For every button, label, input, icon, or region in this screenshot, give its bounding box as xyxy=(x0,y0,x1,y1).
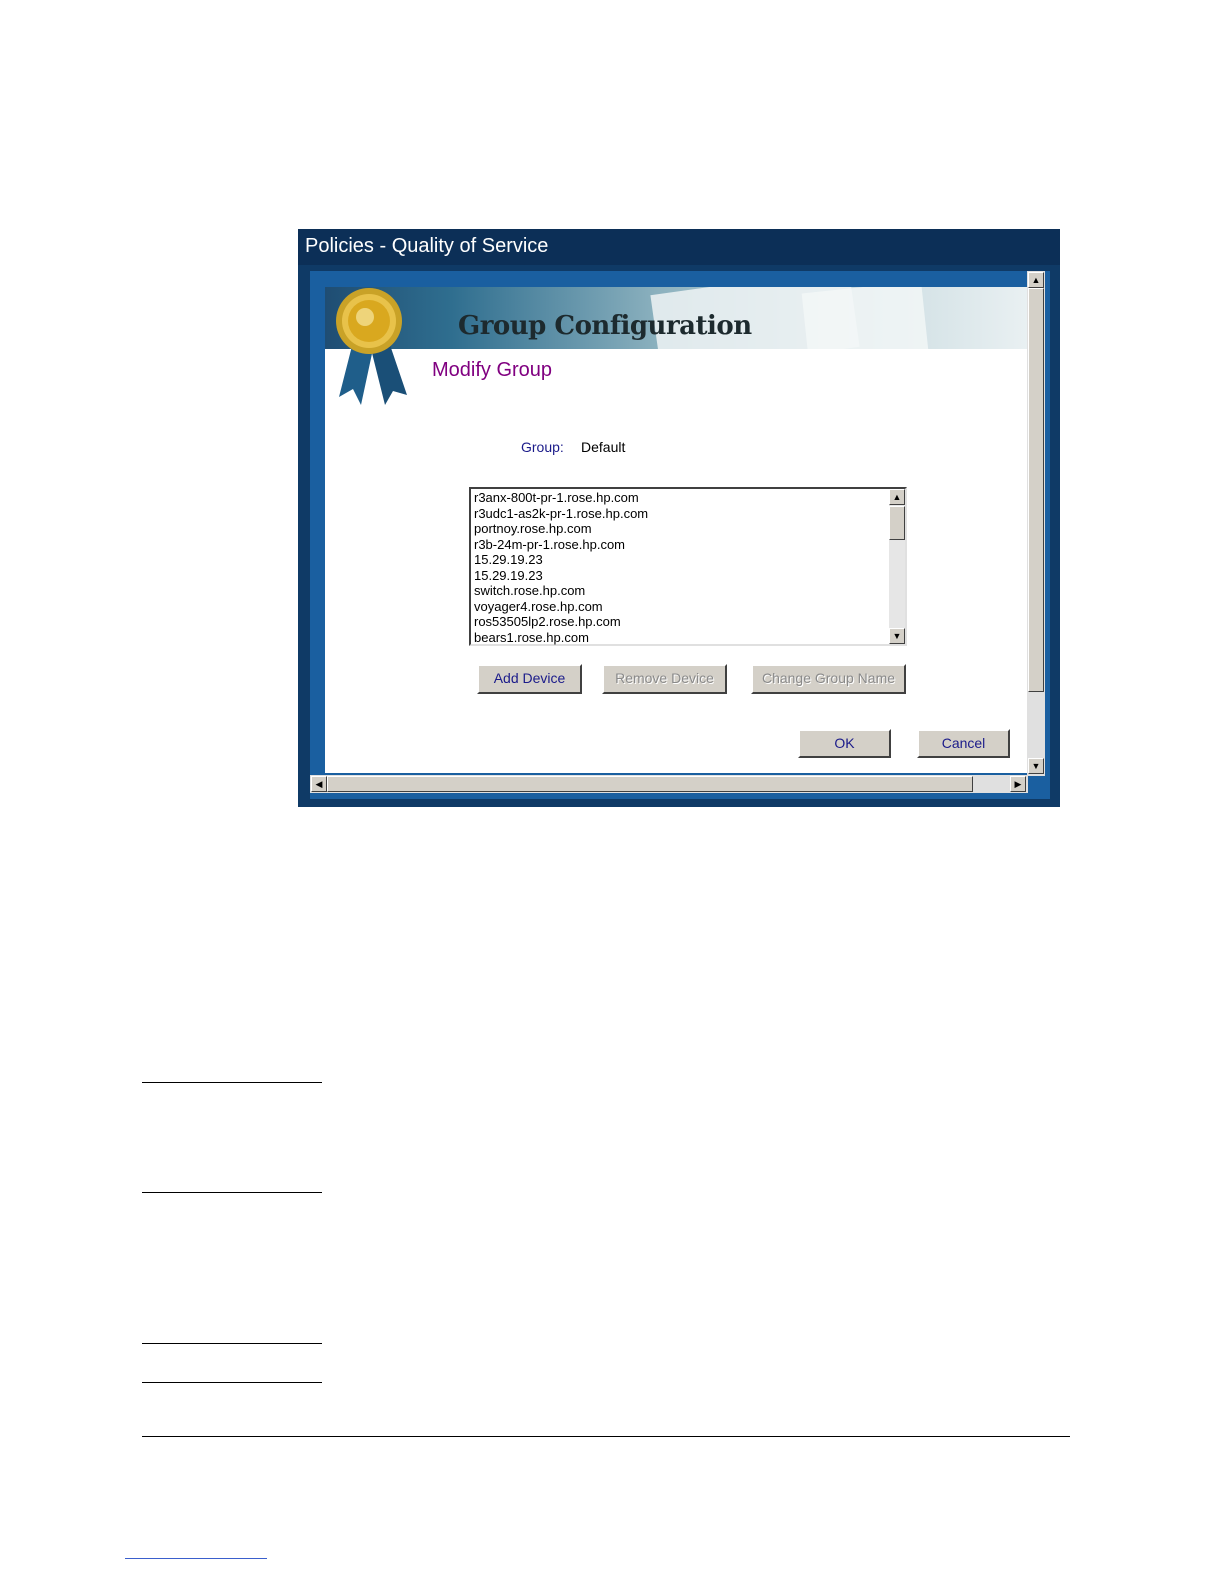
list-item[interactable]: ros53505lp2.rose.hp.com xyxy=(474,614,884,630)
window-frame: Group Configuration Modify Group Group: … xyxy=(310,271,1050,799)
cancel-button[interactable]: Cancel xyxy=(917,729,1010,758)
dialog-content: Group Configuration Modify Group Group: … xyxy=(325,287,1027,773)
scroll-thumb[interactable] xyxy=(327,776,973,792)
margin-rule xyxy=(142,1382,322,1383)
scroll-down-icon[interactable]: ▼ xyxy=(889,628,905,644)
device-list[interactable]: r3anx-800t-pr-1.rose.hp.com r3udc1-as2k-… xyxy=(469,487,907,646)
margin-rule xyxy=(142,1192,322,1193)
window-vertical-scrollbar[interactable]: ▲ ▼ xyxy=(1027,271,1045,776)
scroll-thumb[interactable] xyxy=(889,506,905,540)
scroll-thumb[interactable] xyxy=(1028,288,1044,692)
add-device-button[interactable]: Add Device xyxy=(477,664,582,694)
list-item[interactable]: r3anx-800t-pr-1.rose.hp.com xyxy=(474,490,884,506)
award-ribbon-icon xyxy=(336,288,407,405)
header-banner: Group Configuration xyxy=(325,287,1027,349)
group-value: Default xyxy=(581,439,626,455)
group-label: Group: xyxy=(521,439,564,455)
list-item[interactable]: r3b-24m-pr-1.rose.hp.com xyxy=(474,537,884,553)
scroll-down-icon[interactable]: ▼ xyxy=(1028,758,1044,774)
window-title: Policies - Quality of Service xyxy=(298,229,1060,265)
margin-rule xyxy=(142,1343,322,1344)
remove-device-button[interactable]: Remove Device xyxy=(602,664,727,694)
scroll-up-icon[interactable]: ▲ xyxy=(1028,272,1044,288)
list-item[interactable]: portnoy.rose.hp.com xyxy=(474,521,884,537)
list-item[interactable]: bears1.rose.hp.com xyxy=(474,630,884,646)
scroll-up-icon[interactable]: ▲ xyxy=(889,489,905,505)
list-item[interactable]: 15.29.19.23 xyxy=(474,568,884,584)
ok-button[interactable]: OK xyxy=(798,729,891,758)
list-item[interactable]: r3udc1-as2k-pr-1.rose.hp.com xyxy=(474,506,884,522)
window-horizontal-scrollbar[interactable]: ◀ ▶ xyxy=(310,775,1028,793)
margin-rule xyxy=(142,1082,322,1083)
banner-paper-graphic xyxy=(801,287,929,349)
list-item[interactable]: switch.rose.hp.com xyxy=(474,583,884,599)
qos-window: Policies - Quality of Service Group Conf… xyxy=(298,229,1060,807)
list-item[interactable]: voyager4.rose.hp.com xyxy=(474,599,884,615)
device-list-scrollbar[interactable]: ▲ ▼ xyxy=(889,489,905,644)
list-item[interactable]: 15.29.19.23 xyxy=(474,552,884,568)
change-group-name-button[interactable]: Change Group Name xyxy=(751,664,906,694)
scroll-right-icon[interactable]: ▶ xyxy=(1010,776,1026,792)
banner-title: Group Configuration xyxy=(458,311,752,341)
footer-link-underline xyxy=(125,1558,267,1559)
footer-rule xyxy=(142,1436,1070,1437)
scroll-left-icon[interactable]: ◀ xyxy=(311,776,327,792)
device-list-items: r3anx-800t-pr-1.rose.hp.com r3udc1-as2k-… xyxy=(474,490,884,645)
page-subtitle: Modify Group xyxy=(432,359,553,381)
